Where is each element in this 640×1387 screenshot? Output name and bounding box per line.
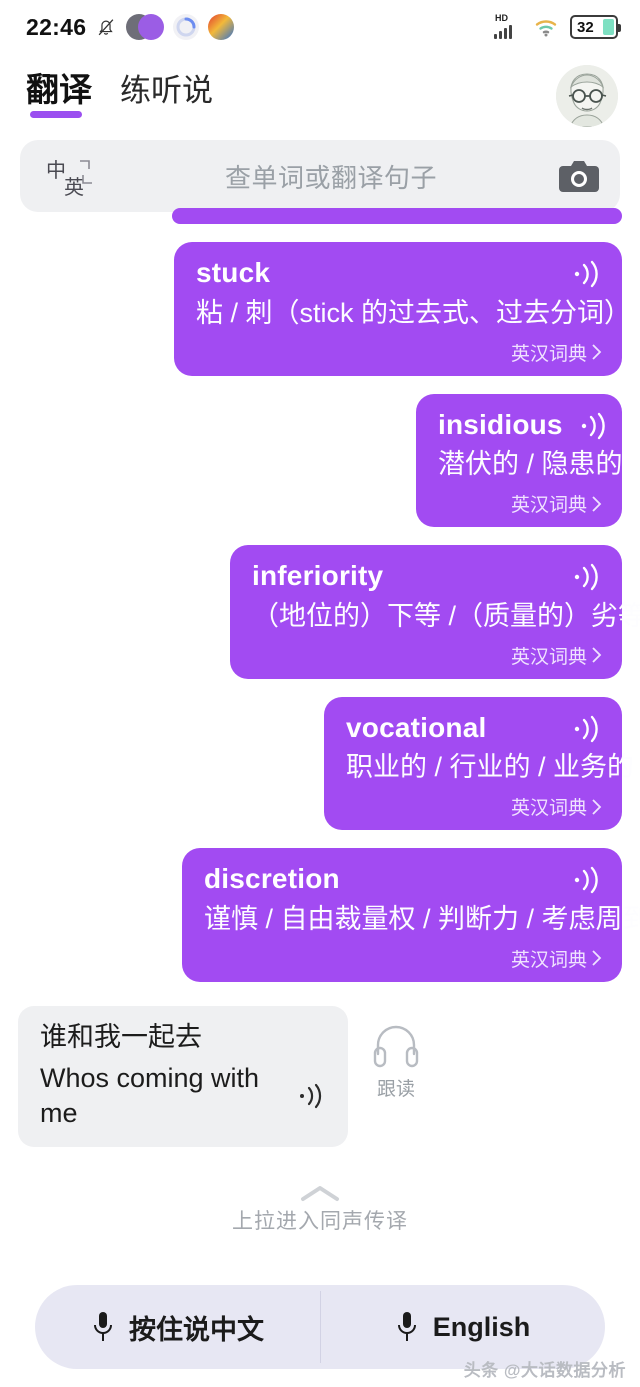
word-card-term: vocational [346,711,487,743]
chat-bubble-app-icon [138,14,165,40]
loading-app-icon [173,14,200,40]
sentence-row: 谁和我一起去 Whos coming with me 跟读 [18,1005,622,1148]
avatar[interactable] [556,65,618,127]
word-card-definition: 职业的 / 行业的 / 业务的 [346,752,635,783]
headphones-icon [370,1020,422,1068]
word-card-discretion[interactable]: discretion 谨慎 / 自由裁量权 / 判断力 / 考虑周到 英汉词典 [182,848,640,982]
speaker-icon[interactable] [579,412,609,440]
chevron-up-icon [299,1183,341,1203]
card-partial-above[interactable] [172,208,622,224]
conversation-list: stuck 粘 / 刺（stick 的过去式、过去分词） 英汉词典 insidi… [0,208,640,1235]
word-card-source-label: 英汉词典 [510,646,587,668]
word-card-header: insidious [438,408,605,441]
speaker-icon[interactable] [298,1083,326,1109]
microphone-icon [91,1310,115,1344]
word-card-header: stuck [196,257,602,289]
follow-read-label: 跟读 [376,1078,415,1100]
camera-icon[interactable] [558,159,600,193]
word-card-insidious[interactable]: insidious 潜伏的 / 隐患的 英汉词典 [416,393,623,528]
battery-indicator: 32 [570,15,621,39]
word-card-term: discretion [204,863,340,895]
word-card-source-label: 英汉词典 [510,495,587,517]
word-card-definition: （地位的）下等 /（质量的）劣等 [252,600,640,631]
word-card-source-link[interactable]: 英汉词典 [511,793,602,820]
word-card-header: inferiority [252,560,602,592]
word-card-source-link[interactable]: 英汉词典 [511,490,602,517]
tab-bar: 翻译 练听说 [26,73,556,120]
word-card-definition: 潜伏的 / 隐患的 [438,449,623,480]
sentence-chinese: 谁和我一起去 [40,1021,202,1052]
tab-listen-speak[interactable]: 练听说 [120,75,213,120]
watermark: 头条 @大话数据分析 [463,1361,626,1380]
tab-translate[interactable]: 翻译 [26,73,92,120]
pull-hint[interactable]: 上拉进入同声传译 [18,1183,622,1235]
chevron-right-icon [591,950,602,966]
battery-percent: 32 [577,18,594,36]
speaker-icon[interactable] [572,715,602,743]
word-card-stuck[interactable]: stuck 粘 / 刺（stick 的过去式、过去分词） 英汉词典 [174,242,632,376]
bell-mute-icon [95,15,117,39]
search-input[interactable]: 查单词或翻译句子 [114,158,548,195]
speaker-icon[interactable] [572,563,602,591]
word-card-source-label: 英汉词典 [510,798,587,820]
word-card-source-label: 英汉词典 [510,949,587,971]
mic-button-chinese[interactable]: 按住说中文 [35,1285,320,1369]
chevron-right-icon [591,344,602,360]
sentence-bubble[interactable]: 谁和我一起去 Whos coming with me [18,1005,348,1148]
word-card-definition: 粘 / 刺（stick 的过去式、过去分词） [196,297,632,328]
word-card-header: vocational [346,711,602,744]
status-bar: 22:46 HD 32 [0,0,640,54]
follow-read-button[interactable]: 跟读 [370,1006,422,1101]
word-card-term: stuck [196,257,271,288]
status-time: 22:46 [26,13,87,40]
word-card-inferiority[interactable]: inferiority （地位的）下等 /（质量的）劣等 英汉词典 [230,545,640,679]
status-bar-left: 22:46 [26,13,235,41]
pull-hint-label: 上拉进入同声传译 [232,1210,408,1234]
language-source: 中 [46,160,66,182]
language-toggle[interactable]: 中 英 [42,152,104,200]
hd-label: HD [495,13,508,23]
search-bar[interactable]: 中 英 查单词或翻译句子 [20,140,620,212]
status-app-icons [126,14,165,40]
word-card-source-link[interactable]: 英汉词典 [511,945,602,972]
mic-button-english-label: English [432,1311,531,1342]
wifi-icon [534,16,560,38]
word-card-source-label: 英汉词典 [510,343,587,365]
sentence-english-row: Whos coming with me [40,1061,326,1131]
speaker-icon[interactable] [572,866,602,894]
battery-fill [603,19,614,35]
status-bar-right: HD 32 [494,13,621,40]
tab-listen-speak-label: 练听说 [120,72,213,108]
search-section: 中 英 查单词或翻译句子 [0,130,640,212]
word-card-term: inferiority [252,560,384,592]
chevron-right-icon [591,647,602,663]
word-card-vocational[interactable]: vocational 职业的 / 行业的 / 业务的 英汉词典 [324,696,635,831]
speaker-icon[interactable] [572,260,602,288]
chevron-right-icon [591,799,602,815]
word-card-header: discretion [204,863,602,895]
word-card-source-link[interactable]: 英汉词典 [511,339,602,366]
mic-button-chinese-label: 按住说中文 [129,1314,264,1345]
swap-arrows-icon [78,158,94,186]
chevron-right-icon [591,495,602,512]
tab-translate-label: 翻译 [26,70,92,108]
microphone-icon [395,1310,419,1344]
word-card-definition: 谨慎 / 自由裁量权 / 判断力 / 考虑周到 [204,903,640,934]
word-card-term: insidious [438,408,563,440]
parrot-app-icon [208,14,235,40]
app-header: 翻译 练听说 [0,54,640,130]
sentence-english: Whos coming with me [40,1062,260,1128]
word-card-source-link[interactable]: 英汉词典 [511,642,602,669]
signal-bars-icon: HD [494,13,524,40]
